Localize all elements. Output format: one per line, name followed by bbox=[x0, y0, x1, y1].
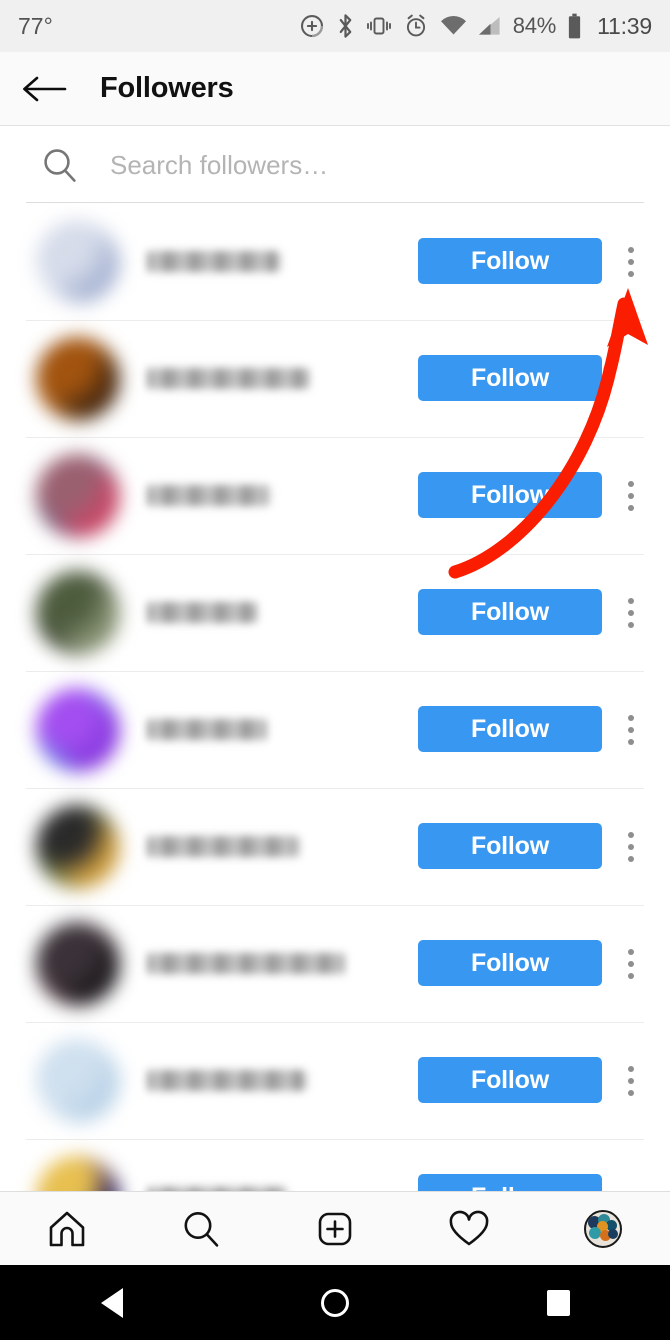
three-dot-menu-icon[interactable] bbox=[623, 715, 639, 745]
follower-username bbox=[148, 602, 256, 623]
back-triangle-icon bbox=[100, 1288, 123, 1318]
row-divider bbox=[26, 1139, 644, 1140]
follower-row[interactable]: Follow bbox=[0, 788, 670, 905]
search-input[interactable] bbox=[110, 149, 640, 181]
clock-label: 11:39 bbox=[597, 12, 652, 39]
back-arrow-icon bbox=[23, 76, 67, 101]
alarm-icon bbox=[406, 14, 425, 37]
home-circle-icon bbox=[320, 1289, 349, 1317]
three-dot-menu-icon[interactable] bbox=[623, 598, 639, 628]
magnifier-icon bbox=[44, 149, 76, 182]
page-title: Followers bbox=[100, 72, 234, 104]
nav-add-post-button[interactable] bbox=[290, 1197, 380, 1261]
follower-avatar[interactable] bbox=[36, 453, 120, 538]
bluetooth-icon bbox=[339, 14, 352, 38]
follow-button[interactable]: Follow bbox=[418, 472, 602, 518]
follower-avatar[interactable] bbox=[36, 804, 120, 889]
follow-button[interactable]: Follow bbox=[418, 1057, 602, 1103]
bottom-navigation bbox=[0, 1191, 670, 1265]
three-dot-menu-icon[interactable] bbox=[623, 247, 639, 277]
cellular-signal-icon bbox=[478, 17, 500, 35]
back-button[interactable] bbox=[12, 57, 76, 121]
follower-row[interactable]: Follow bbox=[0, 554, 670, 671]
search-bar[interactable] bbox=[0, 126, 670, 204]
three-dot-menu-icon[interactable] bbox=[623, 832, 639, 862]
android-back-button[interactable] bbox=[52, 1283, 172, 1323]
app-screen: 77° 84% 11:39 Followers Search followers… bbox=[0, 0, 670, 1340]
follower-avatar[interactable] bbox=[36, 687, 120, 772]
follower-username bbox=[148, 719, 266, 740]
three-dot-menu-icon[interactable] bbox=[623, 481, 639, 511]
heart-icon bbox=[449, 1210, 489, 1245]
follower-username bbox=[148, 251, 280, 272]
follow-button[interactable]: Follow bbox=[418, 238, 602, 284]
row-divider bbox=[26, 1022, 644, 1023]
follow-button[interactable]: Follow bbox=[418, 706, 602, 752]
row-divider bbox=[26, 788, 644, 789]
follower-username bbox=[148, 485, 270, 506]
follow-button[interactable]: Follow bbox=[418, 940, 602, 986]
home-icon bbox=[49, 1211, 85, 1246]
three-dot-menu-icon[interactable] bbox=[623, 949, 639, 979]
nav-search-button[interactable] bbox=[156, 1197, 246, 1261]
search-icon bbox=[32, 146, 88, 184]
follower-avatar[interactable] bbox=[36, 570, 120, 655]
profile-avatar bbox=[584, 1209, 622, 1248]
temperature-indicator: 77° bbox=[18, 12, 53, 39]
follower-row[interactable]: Follow bbox=[0, 203, 670, 320]
row-divider bbox=[26, 671, 644, 672]
battery-percent-label: 84% bbox=[512, 13, 557, 38]
follower-row[interactable]: Follow bbox=[0, 905, 670, 1022]
three-dot-menu-icon[interactable] bbox=[623, 1066, 639, 1096]
row-divider bbox=[26, 320, 644, 321]
follow-button[interactable]: Follow bbox=[418, 355, 602, 401]
row-divider bbox=[26, 554, 644, 555]
status-bar: 77° 84% 11:39 bbox=[0, 0, 670, 52]
row-divider bbox=[26, 905, 644, 906]
nav-profile-button[interactable] bbox=[558, 1197, 648, 1261]
follower-username bbox=[148, 368, 308, 389]
follower-row[interactable]: Follow bbox=[0, 1022, 670, 1139]
android-recents-button[interactable] bbox=[498, 1283, 618, 1323]
search-icon bbox=[184, 1211, 219, 1247]
nav-home-button[interactable] bbox=[22, 1197, 112, 1261]
follower-username bbox=[148, 836, 298, 857]
android-home-button[interactable] bbox=[275, 1283, 395, 1323]
follow-button[interactable]: Follow bbox=[418, 589, 602, 635]
wifi-icon bbox=[440, 15, 466, 35]
row-divider bbox=[26, 437, 644, 438]
follower-row[interactable]: Follow bbox=[0, 671, 670, 788]
follower-username bbox=[148, 953, 344, 974]
status-bar-icons: 84% 11:39 bbox=[299, 13, 652, 40]
followers-list[interactable]: Follow Follow Follow Follow Follow Follow Foll… bbox=[0, 203, 670, 1191]
follower-username bbox=[148, 1070, 306, 1091]
follower-row[interactable]: Follow bbox=[0, 320, 670, 437]
follower-avatar[interactable] bbox=[36, 1038, 120, 1123]
android-navigation-bar bbox=[0, 1265, 670, 1340]
battery-icon bbox=[569, 13, 581, 39]
follow-button[interactable]: Follow bbox=[418, 1174, 602, 1191]
recents-square-icon bbox=[546, 1290, 570, 1316]
add-post-icon bbox=[318, 1212, 352, 1245]
nav-activity-button[interactable] bbox=[424, 1197, 514, 1261]
data-saver-icon bbox=[300, 15, 323, 38]
follower-row[interactable]: Follow bbox=[0, 1139, 670, 1191]
action-bar: Followers bbox=[0, 52, 670, 126]
vibrate-icon bbox=[366, 17, 391, 35]
follower-row[interactable]: Follow bbox=[0, 437, 670, 554]
follower-avatar[interactable] bbox=[36, 219, 120, 304]
follower-avatar[interactable] bbox=[36, 1155, 120, 1191]
follower-avatar[interactable] bbox=[36, 921, 120, 1006]
follow-button[interactable]: Follow bbox=[418, 823, 602, 869]
follower-avatar[interactable] bbox=[36, 336, 120, 421]
